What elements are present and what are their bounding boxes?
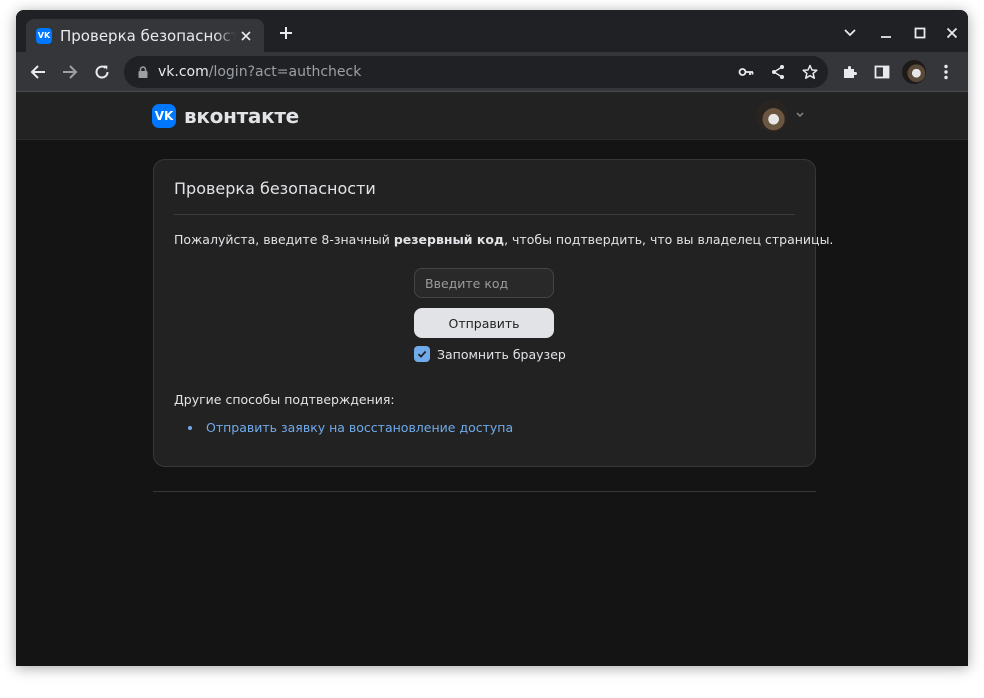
- forward-arrow-icon[interactable]: [58, 60, 82, 84]
- close-window-icon[interactable]: [942, 23, 962, 43]
- side-panel-icon[interactable]: [870, 60, 894, 84]
- submit-button[interactable]: Отправить: [414, 308, 554, 338]
- new-tab-plus-icon[interactable]: [276, 23, 296, 43]
- share-icon[interactable]: [768, 62, 788, 82]
- url-host: vk.com: [158, 64, 209, 80]
- browser-tab-active[interactable]: VK Проверка безопасности | ВКонтакте: [26, 19, 264, 52]
- address-bar[interactable]: vk.com/login?act=authcheck: [124, 56, 828, 88]
- browser-window: VK Проверка безопасности | ВКонтакте: [16, 10, 968, 666]
- restore-access-link[interactable]: Отправить заявку на восстановление досту…: [206, 420, 513, 435]
- tab-strip: VK Проверка безопасности | ВКонтакте: [16, 10, 968, 52]
- other-methods-list: Отправить заявку на восстановление досту…: [188, 420, 513, 435]
- tab-search-chevron-icon[interactable]: [840, 23, 860, 43]
- list-item: Отправить заявку на восстановление досту…: [188, 420, 513, 435]
- url-text[interactable]: vk.com/login?act=authcheck: [158, 64, 361, 80]
- other-methods-title: Другие способы подтверждения:: [174, 392, 395, 407]
- browser-profile-avatar[interactable]: [902, 60, 926, 84]
- tab-close-icon[interactable]: [238, 28, 254, 44]
- card-description: Пожалуйста, введите 8-значный резервный …: [174, 232, 833, 247]
- page-content: VK вконтакте Проверка безопасности Пожал…: [16, 92, 968, 666]
- bullet: [188, 425, 192, 430]
- chevron-down-icon[interactable]: [794, 108, 806, 120]
- maximize-icon[interactable]: [910, 23, 930, 43]
- desc-text-start: Пожалуйста, введите 8-значный: [174, 232, 394, 247]
- footer-divider: [153, 491, 816, 492]
- bookmark-star-icon[interactable]: [800, 62, 820, 82]
- code-input[interactable]: [414, 268, 554, 298]
- minimize-icon[interactable]: [876, 23, 896, 43]
- extensions-puzzle-icon[interactable]: [838, 60, 862, 84]
- vk-logo-icon[interactable]: VK: [152, 104, 176, 128]
- card-title: Проверка безопасности: [174, 179, 376, 198]
- vk-wordmark[interactable]: вконтакте: [184, 104, 299, 128]
- reload-icon[interactable]: [90, 60, 114, 84]
- security-check-card: Проверка безопасности Пожалуйста, введит…: [153, 159, 833, 467]
- lock-icon[interactable]: [136, 65, 150, 79]
- remember-label: Запомнить браузер: [437, 346, 566, 362]
- remember-browser-option[interactable]: Запомнить браузер: [414, 346, 566, 362]
- desc-text-bold: резервный код: [393, 232, 505, 247]
- card-divider: [174, 214, 795, 215]
- user-avatar[interactable]: [756, 100, 788, 132]
- desc-text-end: , чтобы подтвердить, что вы владелец стр…: [504, 232, 834, 247]
- browser-menu-kebab-icon[interactable]: [934, 60, 958, 84]
- vk-favicon-icon: VK: [36, 27, 52, 44]
- url-path: /login?act=authcheck: [208, 64, 362, 80]
- site-header: VK вконтакте: [16, 92, 968, 140]
- back-arrow-icon[interactable]: [26, 60, 50, 84]
- key-icon[interactable]: [736, 62, 756, 82]
- checkmark-icon: [417, 350, 427, 358]
- tab-title: Проверка безопасности | ВКонтакте: [60, 26, 236, 45]
- browser-toolbar: vk.com/login?act=authcheck: [16, 52, 968, 92]
- remember-checkbox[interactable]: [414, 346, 430, 362]
